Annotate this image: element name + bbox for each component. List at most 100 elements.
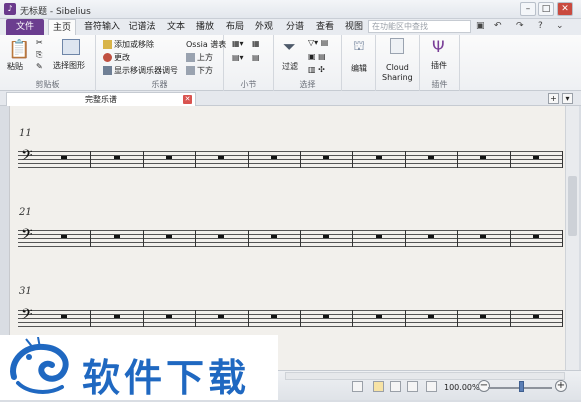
zoom-in-button[interactable]: + — [555, 380, 567, 392]
show-transposed-button[interactable]: 显示移调乐器调号 — [103, 65, 178, 76]
tab-parts[interactable]: 分谱 — [283, 19, 307, 35]
edit-button[interactable]: 编辑 — [351, 63, 367, 74]
maximize-button[interactable]: □ — [538, 2, 554, 16]
cut-icon[interactable]: ✂ — [36, 38, 43, 47]
select-graph-button[interactable]: 选择图形 — [53, 60, 85, 71]
tab-note-input[interactable]: 音符输入 — [82, 19, 122, 35]
select-more-icon[interactable]: ▽▾ ▤ — [308, 38, 328, 47]
ribbon-search-input[interactable]: 在功能区中查找 — [368, 20, 471, 33]
whole-rest[interactable] — [480, 315, 487, 318]
tab-text[interactable]: 文本 — [164, 19, 188, 35]
whole-rest[interactable] — [323, 156, 330, 159]
paste-icon[interactable]: 📋 — [8, 39, 30, 60]
fullscreen-icon[interactable] — [426, 381, 437, 392]
whole-rest[interactable] — [375, 235, 382, 238]
help-icon[interactable]: ? — [538, 21, 543, 31]
split-bar-icon[interactable]: ▤▾ — [232, 53, 244, 62]
change-instrument-button[interactable]: 更改 — [103, 52, 130, 63]
whole-rest[interactable] — [166, 156, 172, 159]
whole-rest[interactable] — [270, 235, 277, 238]
paste-button[interactable]: 粘贴 — [7, 61, 23, 72]
close-button[interactable]: ✕ — [557, 2, 573, 16]
whole-rest[interactable] — [375, 315, 382, 318]
whole-rest[interactable] — [113, 315, 120, 318]
tab-home[interactable]: 主页 — [48, 19, 76, 35]
tab-review[interactable]: 查看 — [313, 19, 337, 35]
whole-rest[interactable] — [480, 156, 487, 159]
whole-rest[interactable] — [428, 235, 434, 238]
whole-rest[interactable] — [428, 156, 434, 159]
barline — [404, 310, 406, 327]
tab-appearance[interactable]: 外观 — [252, 19, 276, 35]
dragon-logo-icon — [10, 337, 69, 394]
undo-icon[interactable]: ↶ — [494, 21, 502, 31]
filter-button[interactable]: 过滤 — [282, 61, 298, 72]
vertical-scroll-thumb[interactable] — [568, 176, 577, 236]
whole-rest[interactable] — [428, 315, 434, 318]
score-paper[interactable]: 11 𝄢 21 𝄢 31 𝄢 — [9, 106, 565, 370]
barline — [352, 230, 354, 247]
barline — [562, 151, 563, 168]
filter-icon[interactable]: ⏷ — [283, 37, 296, 57]
tab-file[interactable]: 文件 — [6, 19, 44, 35]
add-bar-icon[interactable]: ▦▾ — [232, 39, 244, 48]
tab-layout[interactable]: 布局 — [223, 19, 247, 35]
whole-rest[interactable] — [61, 315, 68, 318]
join-bar-icon[interactable]: ▤ — [252, 53, 260, 62]
whole-rest[interactable] — [532, 315, 539, 318]
whole-rest[interactable] — [323, 235, 330, 238]
lock-icon[interactable] — [352, 381, 363, 392]
redo-icon[interactable]: ↷ — [516, 21, 524, 31]
new-tab-button[interactable]: + — [548, 93, 559, 104]
cloud-sharing-line1[interactable]: Cloud — [386, 63, 409, 72]
group-label-select: 选择 — [299, 80, 316, 89]
plugins-button[interactable]: 插件 — [431, 60, 447, 71]
whole-rest[interactable] — [166, 315, 172, 318]
tab-play[interactable]: 播放 — [193, 19, 217, 35]
plugin-icon[interactable]: Ψ — [432, 37, 445, 56]
whole-rest[interactable] — [532, 235, 539, 238]
ossia-below-button[interactable]: 下方 — [186, 65, 213, 76]
edit-icon[interactable]: ⛫ — [353, 39, 365, 56]
close-tab-icon[interactable]: ✕ — [183, 95, 192, 104]
page-view-icon[interactable] — [373, 381, 384, 392]
tab-notations[interactable]: 记谱法 — [126, 19, 158, 35]
tab-menu-button[interactable]: ▾ — [562, 93, 573, 104]
sibelius-app-icon[interactable]: ♪ — [4, 3, 16, 15]
delete-bar-icon[interactable]: ▦ — [252, 39, 260, 48]
zoom-out-button[interactable]: − — [478, 380, 490, 392]
single-page-icon[interactable] — [407, 381, 418, 392]
whole-rest[interactable] — [532, 156, 539, 159]
whole-rest[interactable] — [375, 156, 382, 159]
whole-rest[interactable] — [270, 315, 277, 318]
group-edit: ⛫ 编辑 — [342, 35, 376, 91]
select-system-icon[interactable]: ▣ ▤ — [308, 52, 326, 61]
whole-rest[interactable] — [218, 235, 225, 238]
vertical-scrollbar[interactable] — [565, 106, 579, 370]
add-remove-button[interactable]: 添加或移除 — [103, 39, 154, 50]
ribbon-options-icon[interactable]: ⌄ — [556, 21, 564, 31]
minimize-button[interactable]: – — [520, 2, 536, 16]
ossia-above-button[interactable]: 上方 — [186, 52, 213, 63]
whole-rest[interactable] — [323, 315, 330, 318]
whole-rest[interactable] — [218, 315, 225, 318]
whole-rest[interactable] — [166, 235, 172, 238]
document-tab-label: 完整乐谱 — [85, 95, 117, 104]
copy-icon[interactable]: ⎘ — [36, 50, 42, 60]
document-tab-full-score[interactable]: 完整乐谱 ✕ — [6, 92, 196, 106]
format-painter-icon[interactable]: ✎ — [36, 62, 43, 71]
whole-rest[interactable] — [113, 156, 120, 159]
select-range-icon[interactable]: ▥ ✣ — [308, 65, 325, 74]
whole-rest[interactable] — [480, 235, 487, 238]
cloud-sharing-line2[interactable]: Sharing — [382, 73, 413, 82]
tab-view[interactable]: 视图 — [342, 19, 366, 35]
whole-rest[interactable] — [61, 156, 68, 159]
horizontal-scrollbar[interactable] — [285, 372, 565, 380]
whole-rest[interactable] — [270, 156, 277, 159]
zoom-slider-thumb[interactable] — [519, 381, 524, 392]
whole-rest[interactable] — [61, 235, 68, 238]
whole-rest[interactable] — [218, 156, 225, 159]
save-icon[interactable]: ▣ — [476, 21, 485, 31]
panorama-view-icon[interactable] — [390, 381, 401, 392]
whole-rest[interactable] — [113, 235, 120, 238]
